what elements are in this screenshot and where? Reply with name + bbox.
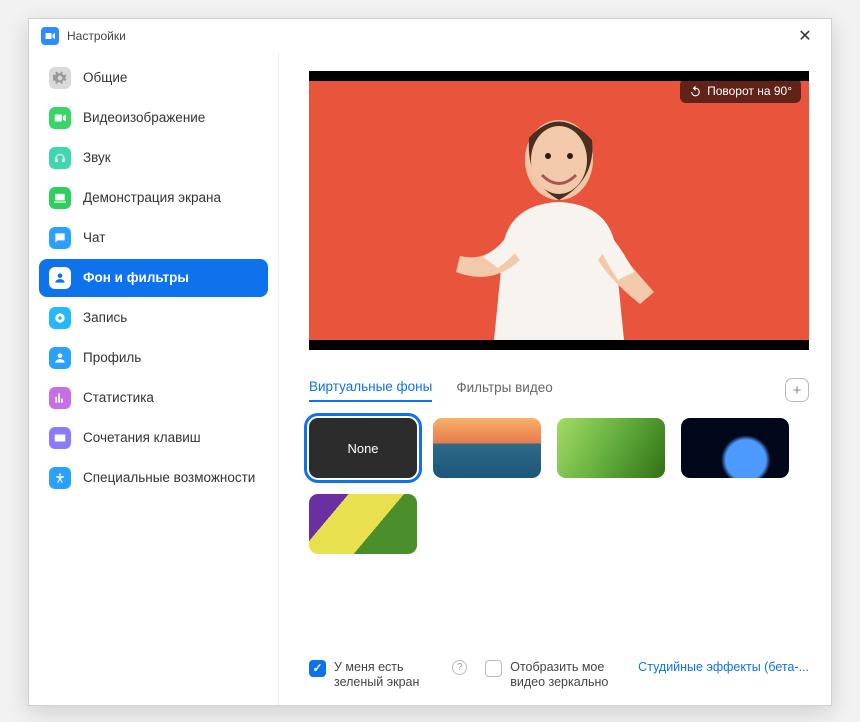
- sidebar-item-audio[interactable]: Звук: [39, 139, 268, 177]
- settings-window: Настройки ✕ Общие Видеоизображение Звук Дем…: [28, 18, 832, 706]
- tabs-row: Виртуальные фоны Фильтры видео +: [309, 378, 809, 402]
- rotate-button[interactable]: Поворот на 90°: [680, 79, 801, 103]
- sidebar-item-label: Чат: [83, 230, 105, 247]
- background-tile-earth[interactable]: [681, 418, 789, 478]
- sidebar-item-general[interactable]: Общие: [39, 59, 268, 97]
- titlebar: Настройки ✕: [29, 19, 831, 53]
- footer-options: У меня есть зеленый экран ? Отобразить м…: [309, 648, 809, 691]
- app-icon: [41, 27, 59, 45]
- sidebar-item-record[interactable]: Запись: [39, 299, 268, 337]
- tab-video-filters[interactable]: Фильтры видео: [456, 380, 552, 401]
- preview-person: [434, 100, 684, 340]
- keyboard-icon: [49, 427, 71, 449]
- background-grid: None: [309, 418, 809, 554]
- mirror-option: Отобразить мое видео зеркально: [485, 660, 620, 691]
- sidebar-item-label: Статистика: [83, 390, 154, 407]
- record-icon: [49, 307, 71, 329]
- sidebar-item-stats[interactable]: Статистика: [39, 379, 268, 417]
- green-screen-label: У меня есть зеленый экран: [334, 660, 442, 691]
- window-title: Настройки: [67, 29, 126, 43]
- background-tile-flowers[interactable]: [309, 494, 417, 554]
- help-icon[interactable]: ?: [452, 660, 467, 675]
- sidebar-item-profile[interactable]: Профиль: [39, 339, 268, 377]
- add-background-button[interactable]: +: [785, 378, 809, 402]
- sidebar-item-access[interactable]: Специальные возможности: [39, 459, 268, 497]
- close-button[interactable]: ✕: [791, 22, 819, 50]
- gear-icon: [49, 67, 71, 89]
- stats-icon: [49, 387, 71, 409]
- video-preview: Поворот на 90°: [309, 71, 809, 350]
- sidebar-item-share[interactable]: Демонстрация экрана: [39, 179, 268, 217]
- sidebar-item-label: Запись: [83, 310, 127, 327]
- sidebar-item-label: Демонстрация экрана: [83, 190, 221, 207]
- sidebar-item-label: Профиль: [83, 350, 141, 367]
- access-icon: [49, 467, 71, 489]
- share-icon: [49, 187, 71, 209]
- sidebar-item-video[interactable]: Видеоизображение: [39, 99, 268, 137]
- sidebar-item-shortcuts[interactable]: Сочетания клавиш: [39, 419, 268, 457]
- studio-effects-link[interactable]: Студийные эффекты (бета-...: [638, 660, 809, 674]
- main-panel: Поворот на 90° Виртуальные фоны Фильтры …: [279, 53, 831, 705]
- sidebar-item-chat[interactable]: Чат: [39, 219, 268, 257]
- tab-virtual-backgrounds[interactable]: Виртуальные фоны: [309, 379, 432, 402]
- sidebar-item-label: Общие: [83, 70, 127, 87]
- sidebar: Общие Видеоизображение Звук Демонстрация эк…: [29, 53, 279, 705]
- rotate-label: Поворот на 90°: [707, 84, 792, 98]
- mirror-label: Отобразить мое видео зеркально: [510, 660, 620, 691]
- headphones-icon: [49, 147, 71, 169]
- sidebar-item-bg[interactable]: Фон и фильтры: [39, 259, 268, 297]
- window-body: Общие Видеоизображение Звук Демонстрация эк…: [29, 53, 831, 705]
- rotate-icon: [689, 85, 702, 98]
- sidebar-item-label: Видеоизображение: [83, 110, 205, 127]
- background-tile-bridge[interactable]: [433, 418, 541, 478]
- mirror-checkbox[interactable]: [485, 660, 502, 677]
- video-icon: [49, 107, 71, 129]
- sidebar-item-label: Сочетания клавиш: [83, 430, 201, 447]
- person-icon: [49, 267, 71, 289]
- chat-icon: [49, 227, 71, 249]
- sidebar-item-label: Звук: [83, 150, 111, 167]
- sidebar-item-label: Специальные возможности: [83, 470, 255, 487]
- background-tile-none[interactable]: None: [309, 418, 417, 478]
- background-tile-grass[interactable]: [557, 418, 665, 478]
- green-screen-checkbox[interactable]: [309, 660, 326, 677]
- profile-icon: [49, 347, 71, 369]
- green-screen-option: У меня есть зеленый экран ?: [309, 660, 467, 691]
- sidebar-item-label: Фон и фильтры: [83, 270, 189, 287]
